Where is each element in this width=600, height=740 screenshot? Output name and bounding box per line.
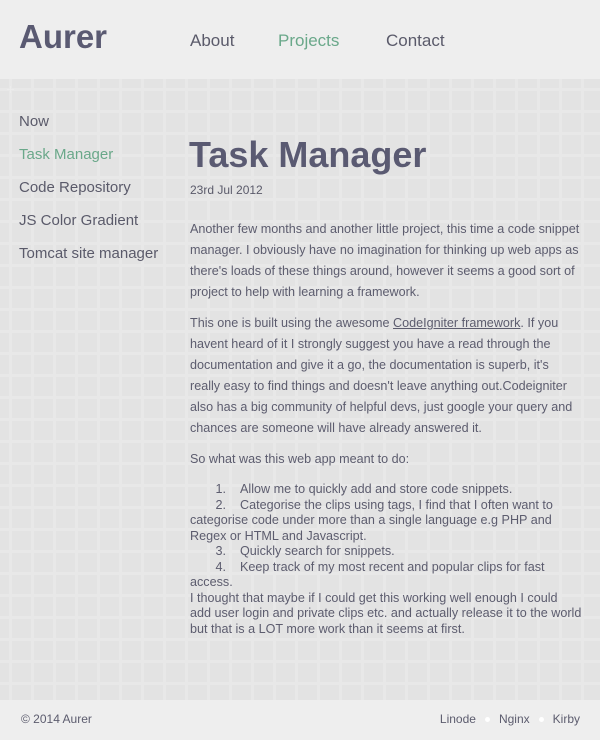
footer-link-kirby[interactable]: Kirby — [553, 712, 580, 726]
article-body: Another few months and another little pr… — [190, 219, 582, 637]
article-title: Task Manager — [189, 134, 427, 175]
separator-dot-icon — [484, 716, 490, 722]
article-paragraph: This one is built using the awesome Code… — [190, 313, 582, 439]
sidebar-item-tomcat-site-manager[interactable]: Tomcat site manager — [19, 245, 158, 263]
sidebar-item-code-repository[interactable]: Code Repository — [19, 179, 131, 197]
sidebar-item-js-color-gradient[interactable]: JS Color Gradient — [19, 212, 138, 230]
nav-projects[interactable]: Projects — [278, 31, 339, 51]
site-header: Aurer About Projects Contact — [0, 0, 600, 79]
paragraph-text: This one is built using the awesome — [190, 316, 394, 330]
nav-contact[interactable]: Contact — [386, 31, 445, 51]
copyright-text: © 2014 Aurer — [21, 712, 92, 726]
list-item: 1. Allow me to quickly add and store cod… — [190, 482, 582, 498]
site-logo[interactable]: Aurer — [19, 17, 107, 57]
feature-list: 1. Allow me to quickly add and store cod… — [190, 482, 582, 591]
sidebar-item-task-manager[interactable]: Task Manager — [19, 146, 113, 164]
list-item: 2. Categorise the clips using tags, I fi… — [190, 498, 582, 545]
article-paragraph: Another few months and another little pr… — [190, 222, 580, 299]
article-closing: I thought that maybe if I could get this… — [190, 590, 582, 636]
list-item: 4. Keep track of my most recent and popu… — [190, 560, 582, 591]
list-number: 4. — [215, 559, 226, 574]
separator-dot-icon — [538, 716, 544, 722]
list-number: 3. — [215, 544, 226, 558]
sidebar-item-now[interactable]: Now — [19, 113, 49, 131]
list-number: 1. — [215, 482, 226, 496]
article-paragraph: So what was this web app meant to do: — [190, 452, 410, 466]
list-text: Categorise the clips using tags, I find … — [190, 497, 553, 543]
site-footer: © 2014 Aurer Linode Nginx Kirby — [0, 700, 600, 740]
paragraph-text: . If you havent heard of it I strongly s… — [190, 316, 573, 435]
footer-link-nginx[interactable]: Nginx — [499, 712, 530, 726]
list-item: 3. Quickly search for snippets. — [190, 544, 582, 560]
list-text: Allow me to quickly add and store code s… — [240, 482, 513, 496]
list-text: Keep track of my most recent and popular… — [190, 559, 545, 590]
footer-links: Linode Nginx Kirby — [440, 712, 580, 726]
nav-about[interactable]: About — [190, 31, 234, 51]
footer-link-linode[interactable]: Linode — [440, 712, 476, 726]
list-number: 2. — [215, 497, 226, 512]
codeigniter-link[interactable]: CodeIgniter framework — [393, 316, 520, 330]
article-date: 23rd Jul 2012 — [190, 183, 263, 197]
list-text: Quickly search for snippets. — [240, 544, 395, 558]
